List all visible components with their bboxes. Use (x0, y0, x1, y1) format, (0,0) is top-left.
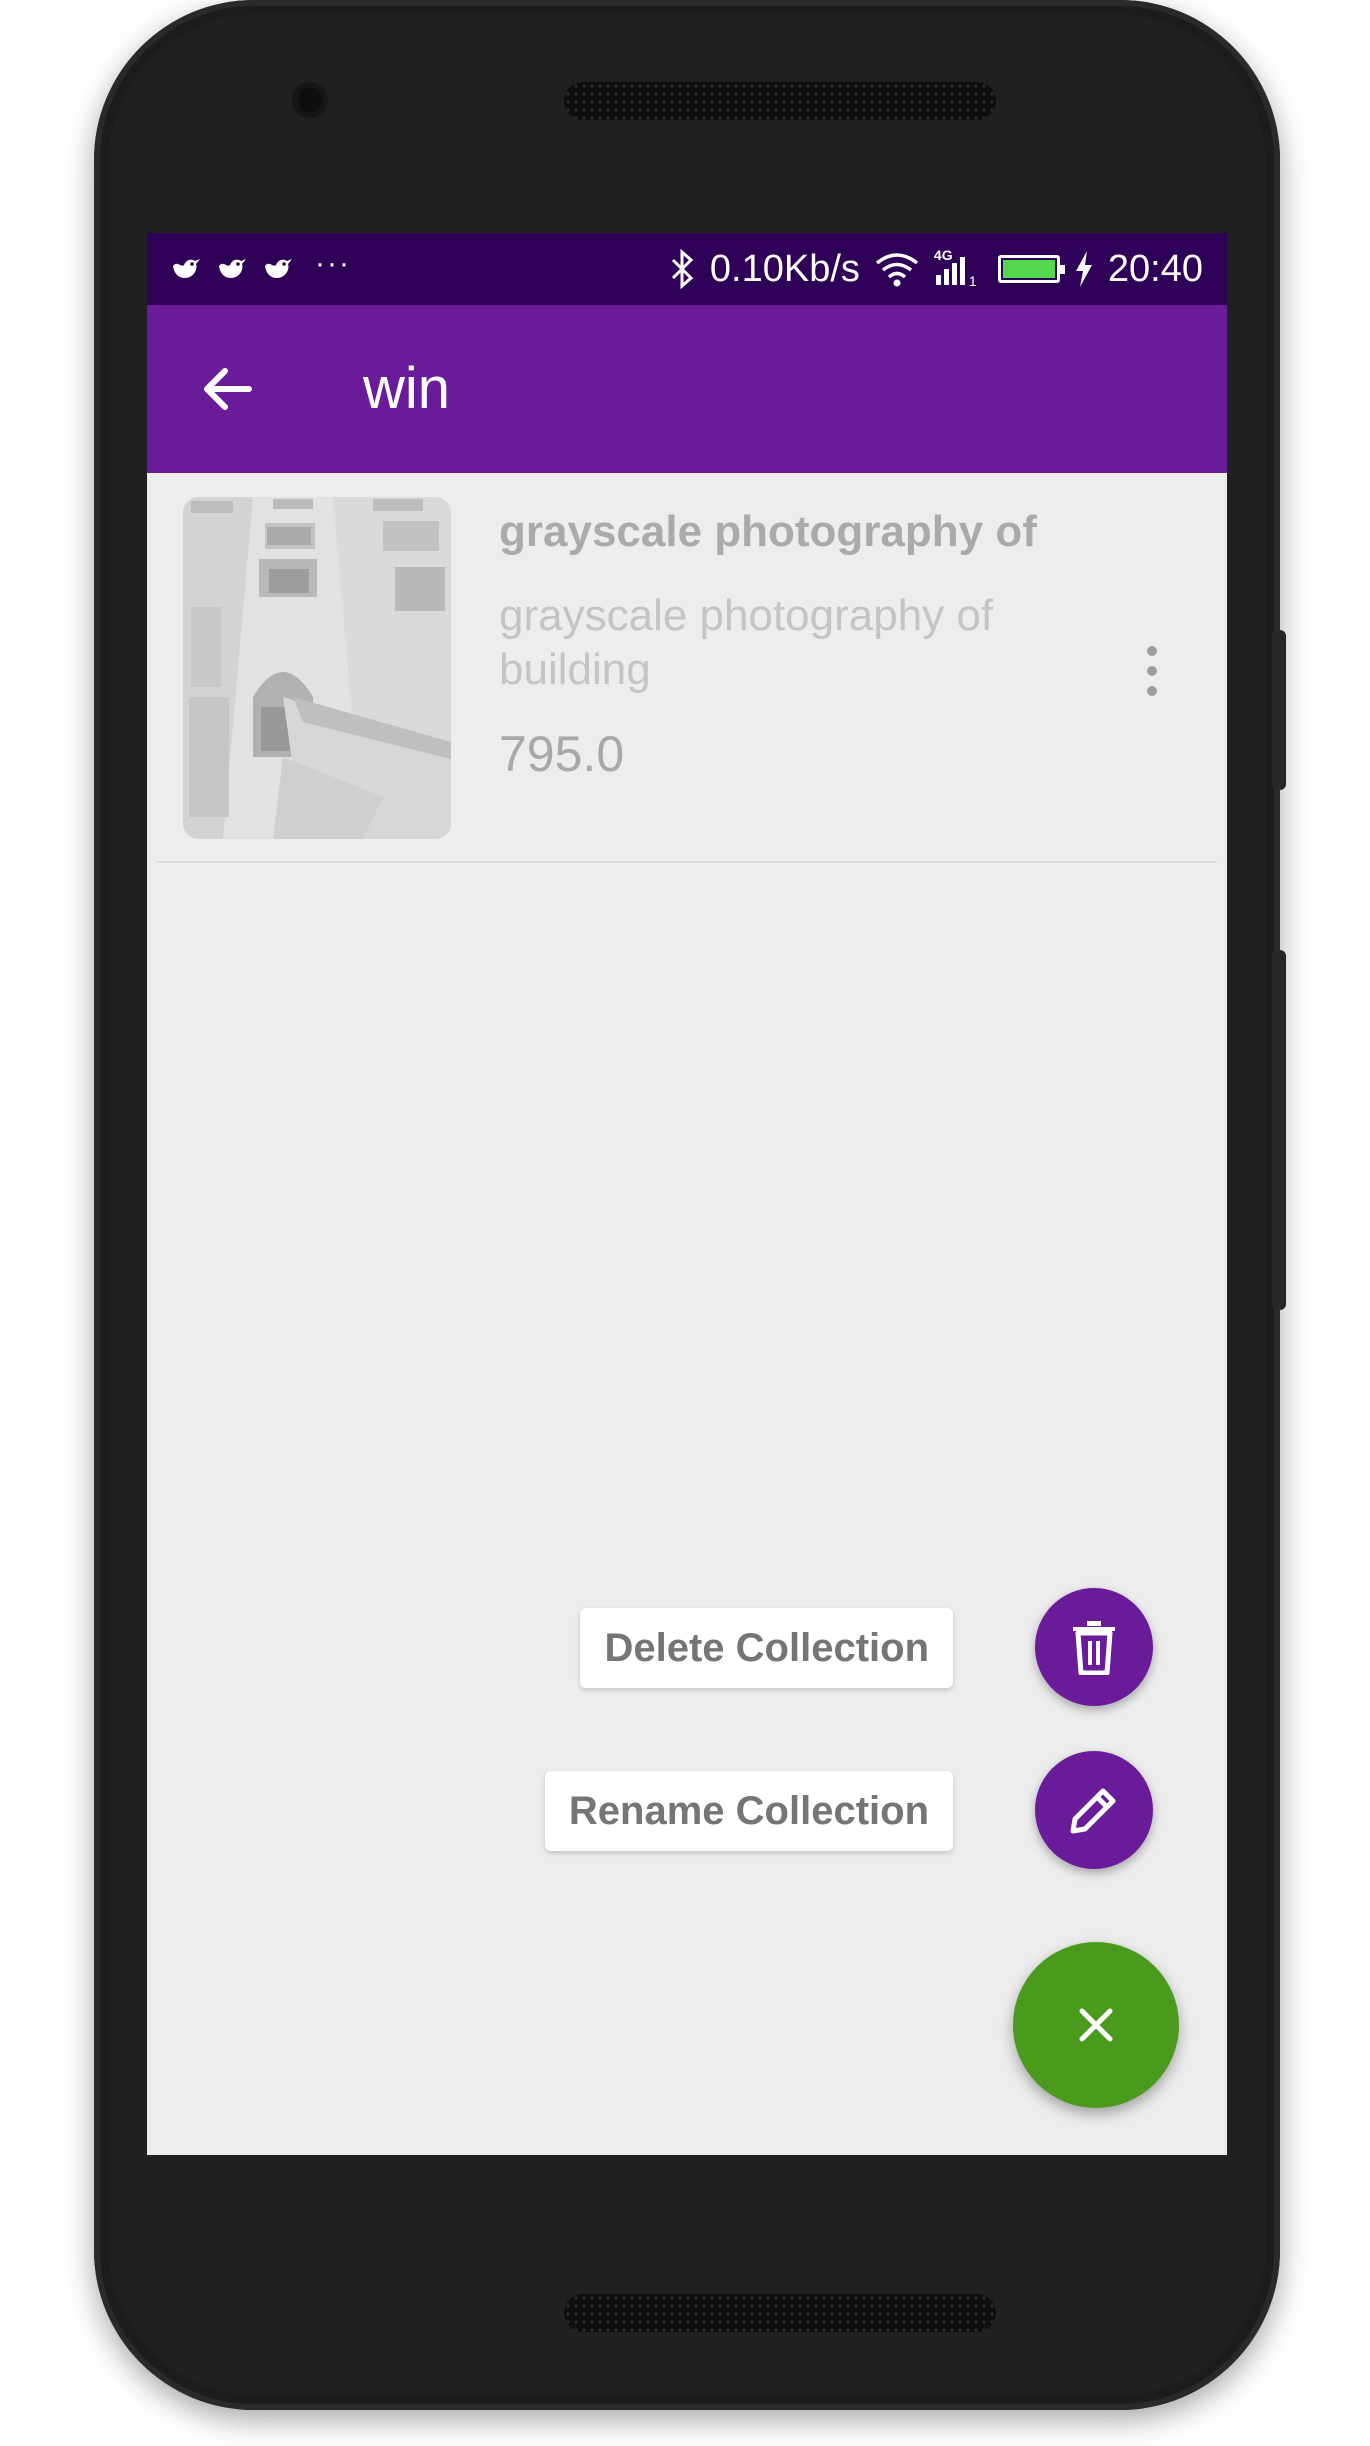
sim-slot: 1 (968, 273, 977, 289)
trash-icon (1073, 1621, 1115, 1675)
battery-icon (997, 255, 1065, 283)
status-bar: ··· 0.10Kb/s 4G 1 20:40 (147, 233, 1227, 305)
item-thumbnail (183, 497, 451, 839)
bottom-speaker (564, 2294, 996, 2332)
page-title: win (363, 356, 451, 421)
item-description: grayscale photography of building (499, 591, 994, 694)
bird-notification-icon (265, 259, 292, 278)
signal-icon: 4G 1 (933, 247, 978, 289)
close-icon (1079, 2008, 1113, 2042)
notification-overflow: ··· (315, 247, 351, 280)
rename-collection-label[interactable]: Rename Collection (544, 1771, 953, 1851)
power-button (1272, 630, 1286, 790)
front-camera (292, 82, 328, 118)
item-title: grayscale photography of (499, 507, 1037, 556)
screen: ··· 0.10Kb/s 4G 1 20:40 win grayscale ph… (147, 233, 1227, 2155)
bird-notification-icon (173, 259, 200, 278)
network-type: 4G (933, 247, 953, 263)
delete-collection-button[interactable] (1035, 1588, 1153, 1706)
list-divider (157, 861, 1217, 863)
charging-icon (1075, 251, 1092, 287)
close-fab-button[interactable] (1013, 1942, 1179, 2108)
delete-collection-label[interactable]: Delete Collection (580, 1608, 953, 1688)
app-bar: win (147, 305, 1227, 473)
item-price: 795.0 (499, 726, 625, 782)
bird-notification-icon (219, 259, 246, 278)
top-speaker (564, 82, 996, 120)
clock: 20:40 (1107, 247, 1203, 290)
volume-button (1272, 950, 1286, 1310)
arrow-back-icon[interactable] (195, 357, 259, 421)
network-speed: 0.10Kb/s (709, 247, 860, 290)
bluetooth-icon (671, 249, 694, 289)
more-vert-icon[interactable] (1137, 641, 1167, 701)
wifi-icon (875, 253, 918, 287)
rename-collection-button[interactable] (1035, 1751, 1153, 1869)
list-item[interactable]: grayscale photography of grayscale photo… (147, 473, 1227, 861)
pencil-icon (1070, 1788, 1116, 1834)
